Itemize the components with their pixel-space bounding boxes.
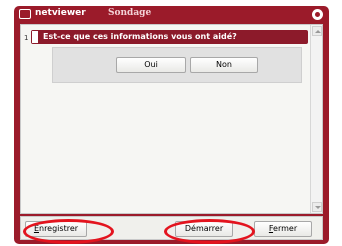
- window-title: Sondage: [108, 8, 152, 18]
- vertical-scrollbar[interactable]: [310, 25, 322, 213]
- answer-panel: Oui Non: [52, 47, 302, 83]
- app-name: netviewer: [35, 8, 86, 18]
- close-button[interactable]: Fermer: [254, 221, 312, 237]
- scroll-up-icon[interactable]: [312, 26, 322, 36]
- no-button[interactable]: Non: [190, 57, 258, 73]
- question-header: Est-ce que ces informations vous ont aid…: [31, 30, 308, 44]
- chat-bubble-icon: [19, 9, 31, 19]
- close-icon[interactable]: [312, 9, 323, 20]
- highlight-oval-start: [164, 219, 255, 244]
- question-text: Est-ce que ces informations vous ont aid…: [43, 32, 237, 41]
- yes-button[interactable]: Oui: [116, 57, 186, 73]
- survey-content: 1 Est-ce que ces informations vous ont a…: [20, 24, 323, 214]
- title-bar[interactable]: netviewer Sondage: [14, 6, 329, 23]
- highlight-oval-save: [23, 219, 114, 244]
- close-label: ermer: [273, 224, 298, 233]
- scroll-down-icon[interactable]: [312, 202, 322, 212]
- question-number: 1: [24, 34, 29, 42]
- survey-window: netviewer Sondage 1 Est-ce que ces infor…: [14, 6, 329, 244]
